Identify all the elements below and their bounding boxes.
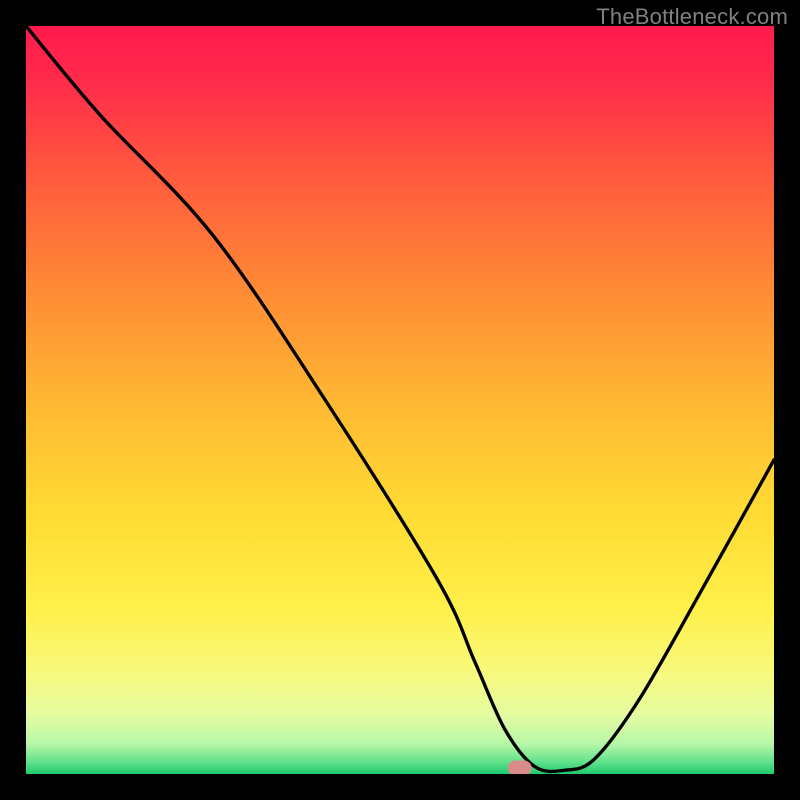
chart-plot-area [26, 26, 774, 774]
chart-stage: TheBottleneck.com [0, 0, 800, 800]
chart-marker [508, 761, 532, 774]
watermark-label: TheBottleneck.com [596, 4, 788, 30]
chart-svg [26, 26, 774, 774]
